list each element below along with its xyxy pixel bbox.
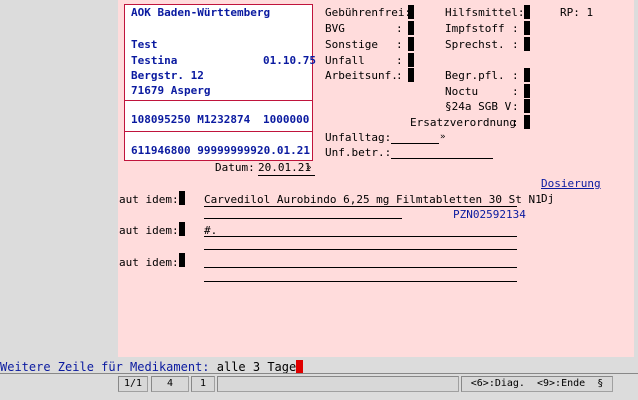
rp-counter: RP: 1 <box>560 6 594 19</box>
unf-betr-label: Unf.betr.: <box>325 146 392 159</box>
card-birth-date: 01.10.75 <box>263 54 316 67</box>
rx-line-3-underline <box>204 267 517 268</box>
sprechst-checkbox[interactable] <box>524 37 530 51</box>
card-first-name: Testina <box>131 54 178 67</box>
card-street: Bergstr. 12 <box>131 69 204 82</box>
noctu-checkbox[interactable] <box>524 84 530 98</box>
status-cell-3: 1 <box>191 376 215 392</box>
colon: : <box>512 22 519 35</box>
rx-line-1[interactable]: Carvedilol Aurobindo 6,25 mg Filmtablett… <box>204 193 542 207</box>
card-separator <box>125 131 312 132</box>
dosierung-header: Dosierung <box>541 177 601 190</box>
status-cell-2: 4 <box>151 376 189 392</box>
begr-pfl-label: Begr.pfl. <box>445 69 505 82</box>
bvg-checkbox[interactable] <box>408 21 414 35</box>
colon: : <box>512 38 519 51</box>
sgb-label: §24a SGB V <box>445 100 512 113</box>
card-bsnr-lanr: 611946800 999999999 <box>131 144 257 157</box>
card-ids: 108095250 M1232874 <box>131 113 251 126</box>
colon: : <box>396 54 403 67</box>
status-page: 1/1 <box>118 376 148 392</box>
sonstige-label: Sonstige <box>325 38 378 51</box>
aut-idem-label: aut idem: <box>119 193 179 206</box>
datum-label: Datum: <box>215 161 255 174</box>
unfalltag-label: Unfalltag: <box>325 131 392 144</box>
aut-idem-checkbox-1[interactable] <box>179 191 185 205</box>
unfall-checkbox[interactable] <box>408 53 414 67</box>
impfstoff-label: Impfstoff <box>445 22 505 35</box>
aut-idem-label: aut idem: <box>119 224 179 237</box>
text-cursor <box>296 360 304 373</box>
ersatzverordnung-checkbox[interactable] <box>524 115 530 129</box>
status-bar: 1/1 4 1 <6>:Diag. <9>:Ende § <box>0 374 638 400</box>
colon: : <box>512 69 519 82</box>
prompt-label: Weitere Zeile für Medikament: <box>0 360 210 374</box>
rx-line-3b-underline <box>204 281 517 282</box>
status-function-keys[interactable]: <6>:Diag. <9>:Ende § <box>461 376 613 392</box>
card-status: 1000000 <box>263 113 310 126</box>
dosierung-value[interactable]: Dj <box>541 192 554 206</box>
colon: : <box>512 85 519 98</box>
ersatzverordnung-label: Ersatzverordnung <box>410 116 516 129</box>
pzn-number: PZN02592134 <box>453 208 526 221</box>
card-city: 71679 Asperg <box>131 84 211 97</box>
colon: : <box>512 116 519 129</box>
unfalltag-field[interactable] <box>391 143 439 144</box>
gebuehrenfrei-checkbox[interactable] <box>408 5 414 19</box>
card-date: 20.01.21 <box>257 144 310 157</box>
colon: : <box>396 69 403 82</box>
medication-prompt: Weitere Zeile für Medikament: alle 3 Tag… <box>0 360 304 374</box>
arbeitsunf-checkbox[interactable] <box>408 68 414 82</box>
begr-pfl-checkbox[interactable] <box>524 68 530 82</box>
sprechst-label: Sprechst. <box>445 38 505 51</box>
rx-line-1b-underline <box>204 218 402 219</box>
rx-line-2-underline <box>204 236 517 237</box>
sgb-checkbox[interactable] <box>524 99 530 113</box>
aut-idem-checkbox-2[interactable] <box>179 222 185 236</box>
rx-line-1-underline <box>204 206 517 207</box>
unf-betr-field[interactable] <box>391 158 493 159</box>
noctu-label: Noctu <box>445 85 479 98</box>
unfalltag-arrow-icon[interactable]: » <box>440 130 445 144</box>
arbeitsunf-label: Arbeitsunf. <box>325 69 398 82</box>
aut-idem-checkbox-3[interactable] <box>179 253 185 267</box>
hilfsmittel-checkbox[interactable] <box>524 5 530 19</box>
colon: : <box>396 38 403 51</box>
datum-arrow-icon[interactable]: » <box>306 161 311 175</box>
sonstige-checkbox[interactable] <box>408 37 414 51</box>
card-last-name: Test <box>131 38 158 51</box>
card-insurer: AOK Baden-Württemberg <box>131 6 271 19</box>
prompt-input[interactable]: alle 3 Tage <box>217 360 296 374</box>
rx-line-2b-underline <box>204 249 517 250</box>
colon: : <box>512 100 519 113</box>
hilfsmittel-label: Hilfsmittel: <box>445 6 525 19</box>
colon: : <box>396 22 403 35</box>
bvg-label: BVG <box>325 22 345 35</box>
status-cell-empty <box>217 376 459 392</box>
impfstoff-checkbox[interactable] <box>524 21 530 35</box>
gebuehrenfrei-label: Gebührenfrei: <box>325 6 412 19</box>
card-separator <box>125 100 312 101</box>
aut-idem-label: aut idem: <box>119 256 179 269</box>
unfall-label: Unfall <box>325 54 365 67</box>
